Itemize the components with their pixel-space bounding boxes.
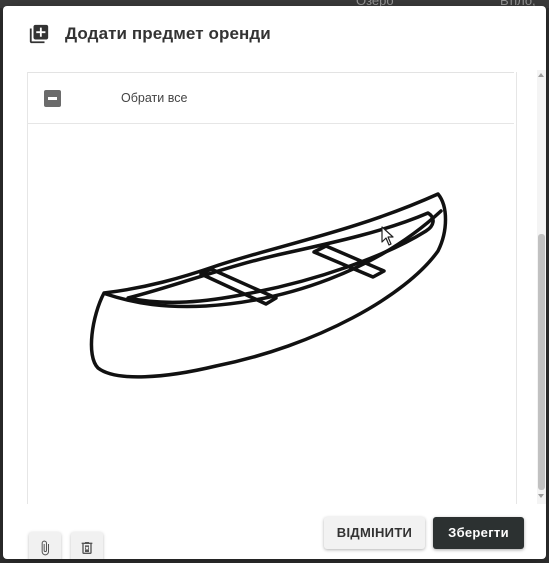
select-all-row: Обрати все — [28, 72, 514, 124]
save-button[interactable]: Зберегти — [433, 517, 524, 549]
dialog-header: Додати предмет оренди — [3, 6, 546, 64]
scroll-up-arrow[interactable] — [538, 73, 544, 77]
scroll-down-arrow[interactable] — [538, 494, 544, 498]
select-all-label: Обрати все — [121, 91, 188, 105]
content-scrollbar[interactable] — [537, 70, 546, 504]
add-to-library-icon — [29, 24, 49, 44]
canoe-image — [89, 192, 448, 379]
dialog-footer: ВІДМІНИТИ Зберегти — [3, 511, 546, 559]
cancel-button[interactable]: ВІДМІНИТИ — [324, 517, 425, 549]
add-rental-item-dialog: Додати предмет оренди Обрати все ВІДМІНИ… — [3, 6, 546, 559]
item-image-area — [28, 124, 514, 559]
dialog-content: Обрати все — [27, 72, 517, 559]
select-all-checkbox[interactable] — [44, 90, 61, 107]
dialog-title: Додати предмет оренди — [65, 24, 271, 43]
mouse-pointer-icon — [381, 226, 394, 246]
scrollbar-thumb[interactable] — [538, 234, 545, 490]
